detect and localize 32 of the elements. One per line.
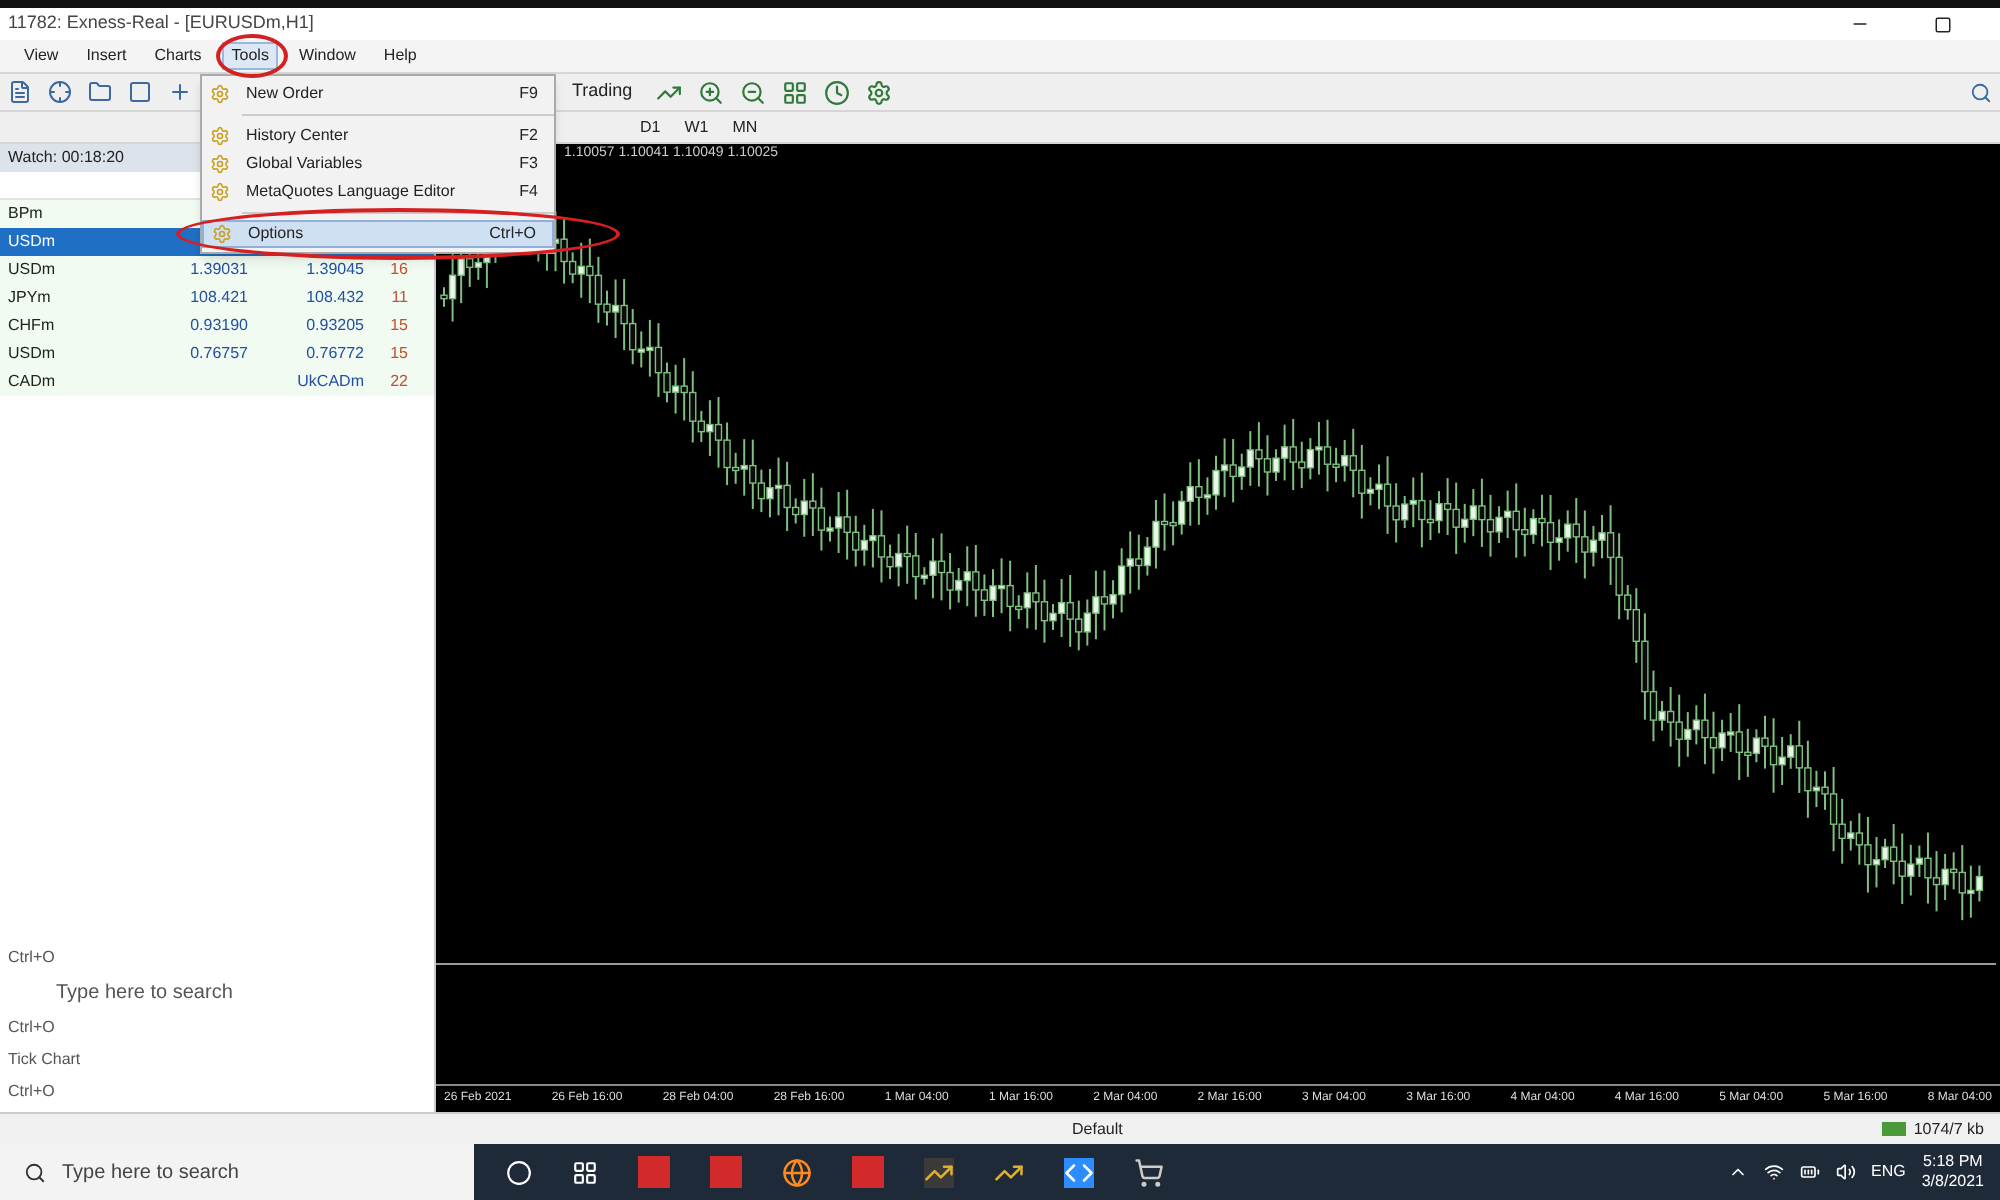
symbol-cell-text: CHFm [6, 314, 57, 338]
market-watch-title: Watch: 00:18:20 [8, 146, 124, 170]
bid-cell-text: 108.421 [188, 286, 248, 310]
symbol-cell-text: JPYm [6, 286, 53, 310]
bid-cell-text: 0.76757 [188, 342, 248, 366]
faded-text: Tick Chart [6, 1048, 83, 1072]
ask-cell-text: 1.39045 [304, 258, 364, 282]
ask-cell-text: 0.93205 [304, 314, 364, 338]
faded-text: Ctrl+O [6, 1016, 57, 1040]
symbol-cell-text: USDm [6, 342, 58, 366]
spread-cell-text: 15 [388, 342, 410, 366]
symbol-cell-text: BPm [6, 202, 45, 226]
clock-date: 3/8/2021 [1921, 1172, 1984, 1192]
spread-cell-text: 11 [389, 286, 410, 310]
faded-text: Type here to search [54, 980, 235, 1008]
clock-time: 5:18 PM [1923, 1152, 1983, 1172]
bid-cell-text: 0.93190 [188, 314, 248, 338]
faded-text: Ctrl+O [6, 946, 57, 970]
window-title: 11782: Exness-Real - [EURUSDm,H1] [6, 10, 314, 37]
ask-cell-text: UkCADm [295, 370, 364, 394]
ask-cell-text: 0.76772 [304, 342, 364, 366]
symbol-cell-text: CADm [6, 370, 58, 394]
bid-cell-text: 1.39031 [188, 258, 248, 282]
symbol-cell-text: USDm [6, 258, 58, 282]
ask-cell-text: 108.432 [304, 286, 364, 310]
status-traffic: 1074/7 kb [1911, 1117, 1986, 1141]
spread-cell-text: 16 [388, 258, 410, 282]
spread-cell-text: 15 [388, 314, 410, 338]
status-profile: Default [1072, 1117, 1125, 1141]
faded-text: Ctrl+O [6, 1080, 57, 1104]
symbol-cell-text: USDm [6, 230, 58, 254]
spread-cell-text: 22 [388, 370, 410, 394]
